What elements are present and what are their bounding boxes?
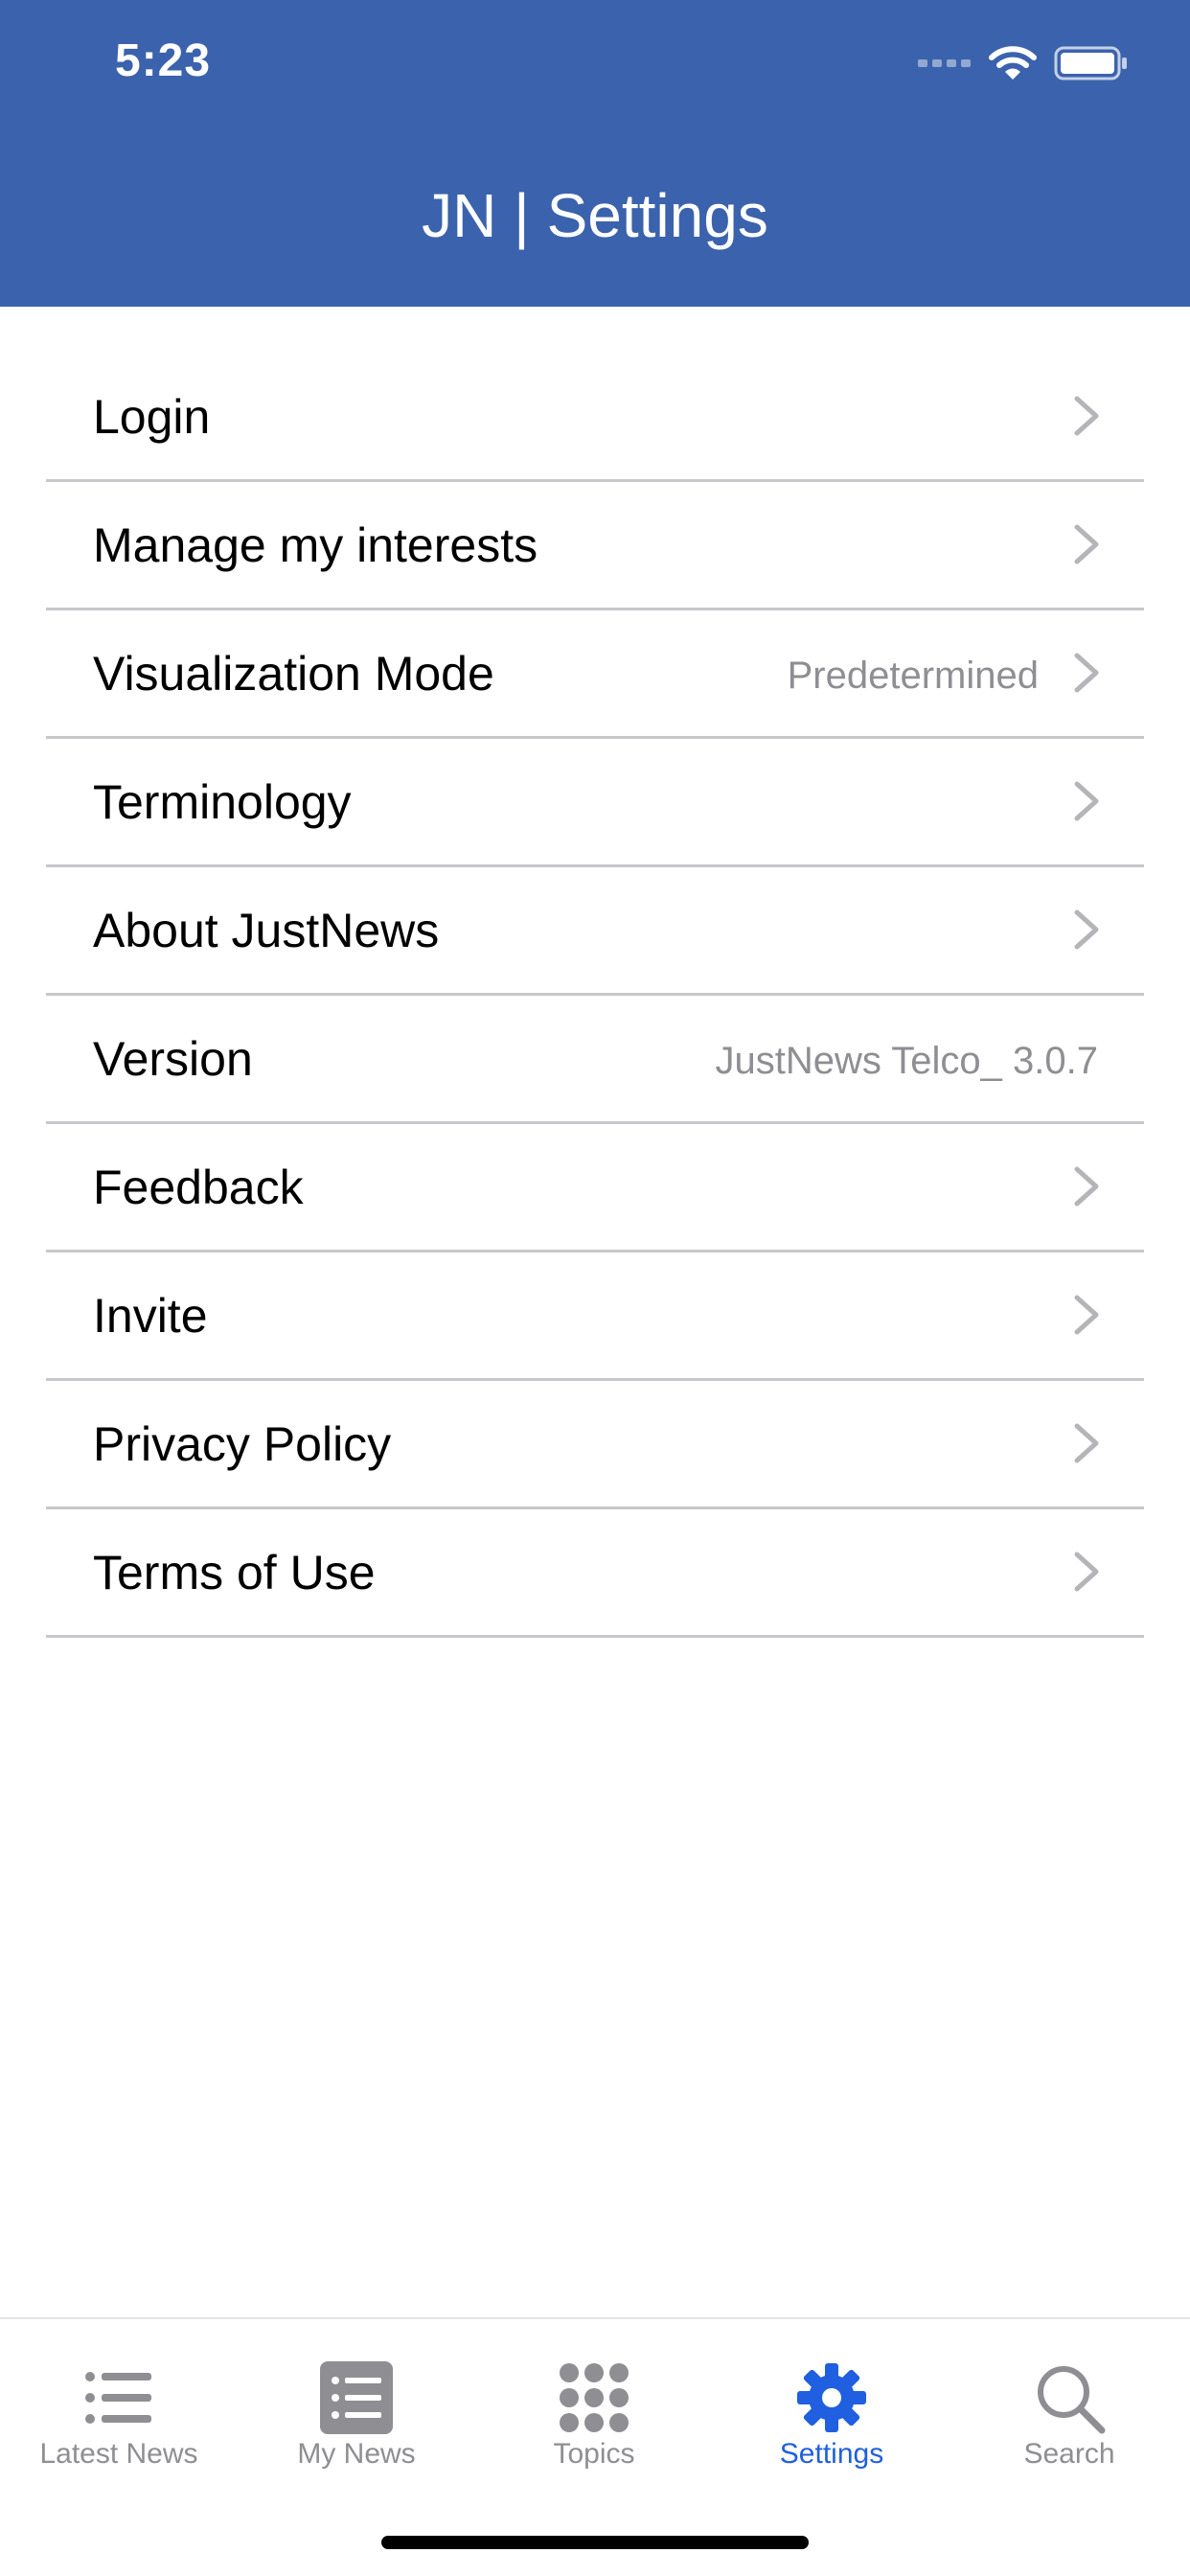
search-icon [1038,2366,1106,2434]
settings-row-visualization-mode[interactable]: Visualization Mode Predetermined [46,610,1144,739]
chevron-right-icon [1074,781,1099,821]
nav-header: 5:23 JN | Settings [0,0,1190,307]
tab-latest-news[interactable]: Latest News [0,2338,238,2472]
chevron-right-icon [1074,396,1099,436]
version-value: JustNews Telco_ 3.0.7 [715,1040,1098,1082]
row-label: Invite [93,1289,208,1343]
status-icons [918,42,1129,84]
settings-screen: 5:23 JN | Settings Login Manage my inter… [0,0,1190,2576]
chevron-right-icon [1074,1423,1099,1463]
tab-label: My News [297,2438,416,2470]
row-label: Version [93,1032,253,1086]
tab-topics[interactable]: Topics [475,2338,713,2472]
gear-icon [797,2363,866,2432]
tab-settings[interactable]: Settings [713,2338,950,2472]
settings-list: Login Manage my interests Visualization … [0,307,1190,1638]
row-label: Feedback [93,1161,304,1214]
settings-row-version: Version JustNews Telco_ 3.0.7 [46,996,1144,1124]
row-label: Terminology [93,775,352,829]
settings-row-terms-of-use[interactable]: Terms of Use [46,1509,1144,1638]
row-label: Login [93,390,211,444]
settings-row-manage-interests[interactable]: Manage my interests [46,482,1144,610]
row-label: Visualization Mode [93,647,494,701]
home-indicator[interactable] [381,2536,809,2549]
chevron-right-icon [1074,1295,1099,1335]
settings-row-invite[interactable]: Invite [46,1253,1144,1381]
chevron-right-icon [1074,1166,1099,1207]
tab-search[interactable]: Search [950,2338,1188,2472]
chevron-right-icon [1074,1552,1099,1592]
tab-label: Settings [779,2438,884,2470]
row-label: Privacy Policy [93,1417,392,1471]
list-icon [85,2372,151,2424]
settings-row-feedback[interactable]: Feedback [46,1124,1144,1253]
settings-row-terminology[interactable]: Terminology [46,739,1144,867]
status-time: 5:23 [115,35,212,86]
page-title: JN | Settings [422,181,768,250]
row-value: Predetermined [787,655,1039,697]
wifi-icon [989,46,1037,80]
battery-icon [1054,46,1127,80]
tab-label: Search [1023,2438,1115,2470]
tab-label: Latest News [39,2438,198,2470]
settings-row-about[interactable]: About JustNews [46,867,1144,996]
chevron-right-icon [1074,653,1099,693]
tab-my-news[interactable]: My News [238,2338,475,2472]
signal-icon [918,59,971,67]
row-label: Terms of Use [93,1546,376,1599]
row-label: About JustNews [93,904,440,957]
chevron-right-icon [1074,524,1099,564]
settings-row-login[interactable]: Login [46,307,1144,482]
row-label: Manage my interests [93,518,538,572]
grid-dots-icon [560,2363,629,2432]
tab-label: Topics [553,2438,635,2470]
settings-row-privacy-policy[interactable]: Privacy Policy [46,1381,1144,1509]
list-box-icon [320,2361,393,2434]
chevron-right-icon [1074,909,1099,950]
